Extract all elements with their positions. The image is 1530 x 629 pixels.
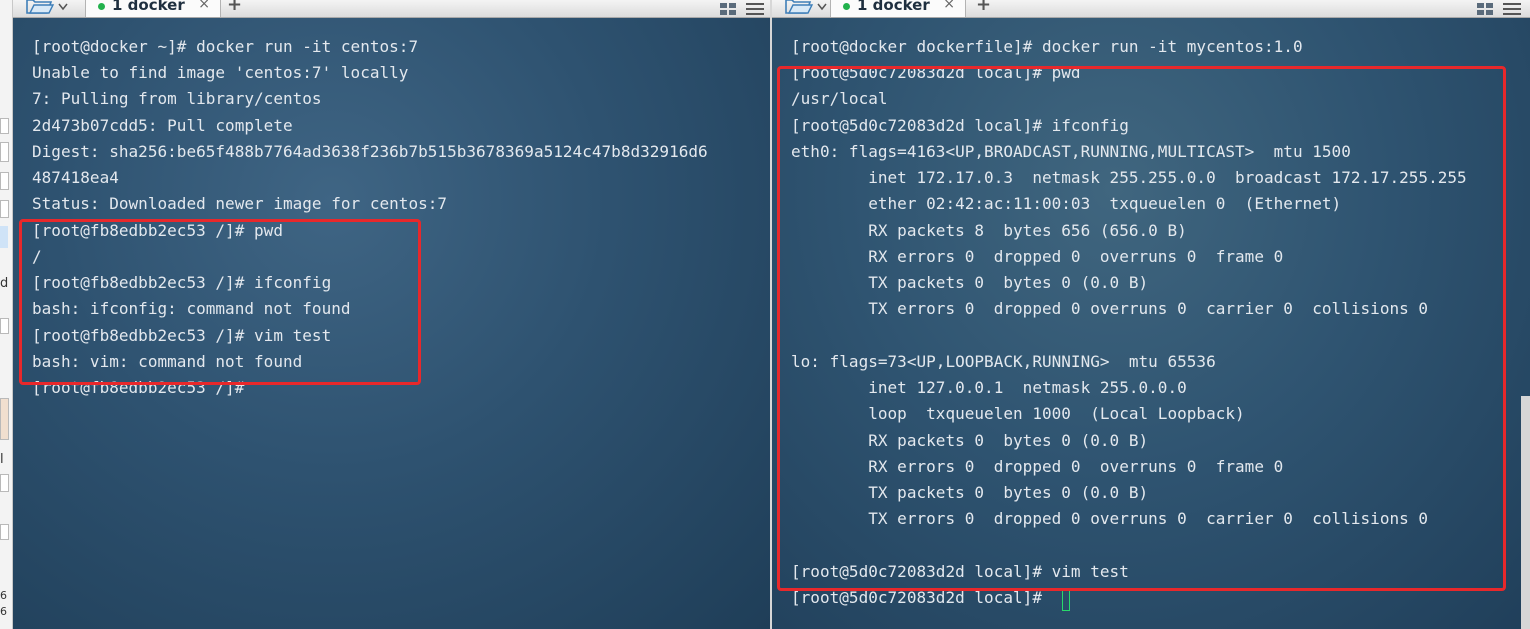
strip-thumbnail — [0, 398, 9, 440]
terminal-line: inet 127.0.0.1 netmask 255.0.0.0 — [791, 378, 1187, 397]
terminal-line: RX errors 0 dropped 0 overruns 0 frame 0 — [791, 457, 1284, 476]
strip-widget — [0, 142, 9, 162]
terminal-line: [root@fb8edbb2ec53 /]# vim test — [32, 326, 332, 345]
strip-widget — [0, 474, 9, 492]
right-terminal-pane: 1 docker × + [root@docker dockerfile]# d… — [772, 0, 1530, 629]
strip-char: 6 — [0, 605, 7, 618]
tab-docker-session[interactable]: 1 docker × — [830, 0, 966, 17]
terminal-line: inet 172.17.0.3 netmask 255.255.0.0 broa… — [791, 168, 1467, 187]
terminal-line: RX packets 8 bytes 656 (656.0 B) — [791, 221, 1187, 240]
strip-widget — [0, 318, 9, 334]
terminal-line: [root@5d0c72083d2d local]# — [791, 588, 1042, 607]
terminal-line: 7: Pulling from library/centos — [32, 89, 322, 108]
tab-label: 1 docker — [112, 0, 185, 14]
terminal-line: lo: flags=73<UP,LOOPBACK,RUNNING> mtu 65… — [791, 352, 1216, 371]
terminal-line: [root@docker ~]# docker run -it centos:7 — [32, 37, 419, 56]
terminal-line: TX errors 0 dropped 0 overruns 0 carrier… — [791, 299, 1429, 318]
layout-grid-icon[interactable] — [719, 0, 737, 15]
background-window-strip: d l 6 6 — [0, 0, 13, 629]
terminal-line: ether 02:42:ac:11:00:03 txqueuelen 0 (Et… — [791, 194, 1342, 213]
strip-widget — [0, 172, 9, 190]
terminal-line: [root@docker dockerfile]# docker run -it… — [791, 37, 1303, 56]
terminal-line: TX packets 0 bytes 0 (0.0 B) — [791, 483, 1149, 502]
tab-label: 1 docker — [857, 0, 930, 14]
strip-widget — [0, 524, 9, 540]
strip-char: d — [0, 276, 9, 291]
terminal-line: TX packets 0 bytes 0 (0.0 B) — [791, 273, 1149, 292]
add-tab-icon[interactable]: + — [227, 0, 242, 15]
terminal-line: RX errors 0 dropped 0 overruns 0 frame 0 — [791, 247, 1284, 266]
terminal-line: RX packets 0 bytes 0 (0.0 B) — [791, 431, 1149, 450]
terminal-cursor — [1062, 590, 1070, 611]
layout-grid-icon[interactable] — [1476, 0, 1494, 15]
tab-docker-session[interactable]: 1 docker × — [85, 0, 221, 17]
strip-char: l — [0, 452, 4, 467]
terminal-line: [root@fb8edbb2ec53 /]# pwd — [32, 221, 283, 240]
terminal-line: bash: vim: command not found — [32, 352, 303, 371]
terminal-line: / — [32, 247, 42, 266]
terminal-line: 487418ea4 — [32, 168, 119, 187]
session-status-dot-icon — [98, 3, 105, 10]
folder-open-icon[interactable] — [23, 0, 71, 17]
terminal-scrollbar[interactable] — [1521, 396, 1530, 629]
terminal-line: Unable to find image 'centos:7' locally — [32, 63, 409, 82]
hamburger-menu-icon[interactable] — [1503, 0, 1521, 15]
terminal-line: /usr/local — [791, 89, 888, 108]
strip-widget — [0, 118, 9, 134]
terminal-line: Digest: sha256:be65f488b7764ad3638f236b7… — [32, 142, 708, 161]
close-icon[interactable]: × — [943, 0, 955, 12]
terminal-output[interactable]: [root@docker dockerfile]# docker run -it… — [772, 18, 1530, 629]
terminal-line: [root@5d0c72083d2d local]# ifconfig — [791, 116, 1129, 135]
terminal-line: [root@fb8edbb2ec53 /]# ifconfig — [32, 273, 332, 292]
strip-selection — [0, 226, 8, 248]
terminal-line: eth0: flags=4163<UP,BROADCAST,RUNNING,MU… — [791, 142, 1351, 161]
terminal-line: bash: ifconfig: command not found — [32, 299, 351, 318]
terminal-line: Status: Downloaded newer image for cento… — [32, 194, 448, 213]
strip-char: 6 — [0, 589, 7, 602]
terminal-line: [root@fb8edbb2ec53 /]# — [32, 378, 245, 397]
terminal-output[interactable]: [root@docker ~]# docker run -it centos:7… — [13, 18, 770, 629]
terminal-line: [root@5d0c72083d2d local]# vim test — [791, 562, 1129, 581]
terminal-line: 2d473b07cdd5: Pull complete — [32, 116, 293, 135]
left-terminal-pane: 1 docker × + [root@docker ~]# docker run… — [13, 0, 770, 629]
close-icon[interactable]: × — [198, 0, 210, 12]
hamburger-menu-icon[interactable] — [746, 0, 764, 15]
terminal-line: loop txqueuelen 1000 (Local Loopback) — [791, 404, 1245, 423]
strip-widget — [0, 200, 9, 218]
folder-open-icon[interactable] — [782, 0, 830, 17]
right-tab-bar: 1 docker × + — [772, 0, 1530, 18]
terminal-line: [root@5d0c72083d2d local]# pwd — [791, 63, 1081, 82]
session-status-dot-icon — [843, 3, 850, 10]
terminal-line: TX errors 0 dropped 0 overruns 0 carrier… — [791, 509, 1429, 528]
left-tab-bar: 1 docker × + — [13, 0, 770, 18]
add-tab-icon[interactable]: + — [976, 0, 991, 15]
